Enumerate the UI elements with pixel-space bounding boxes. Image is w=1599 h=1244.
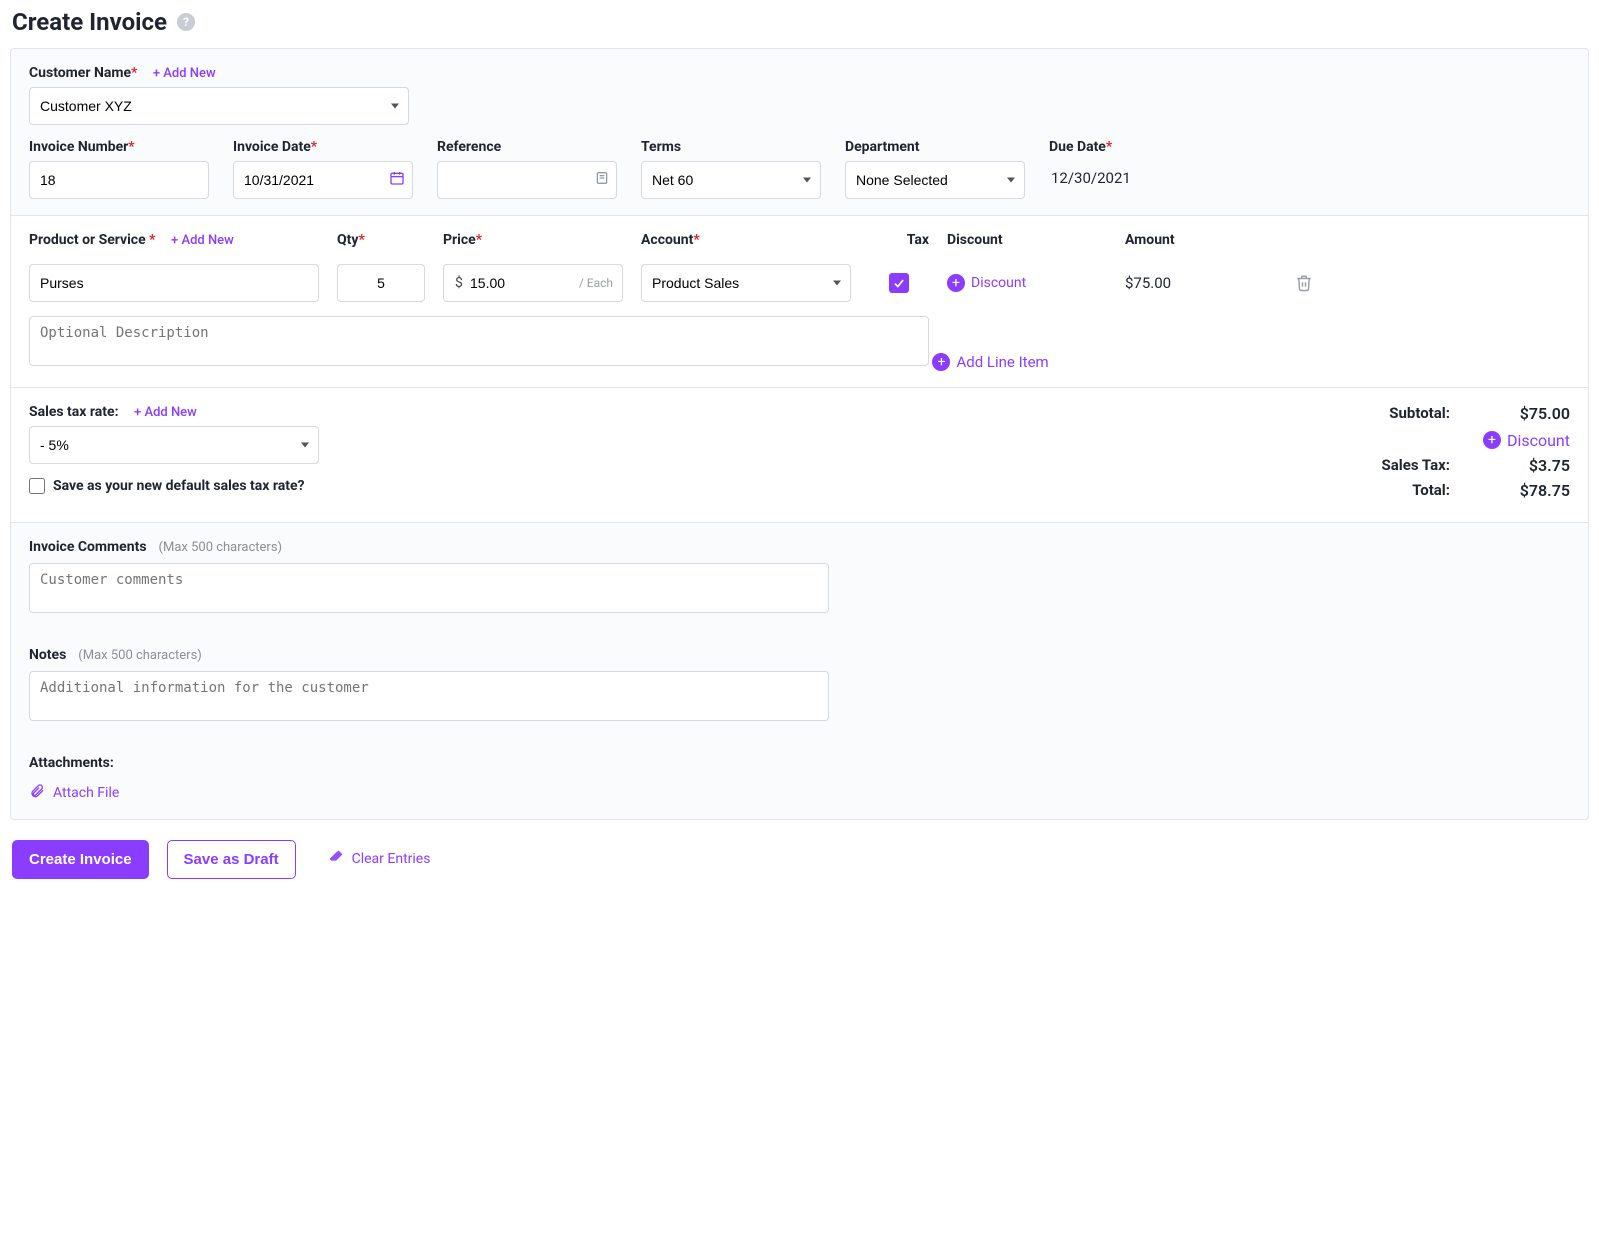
eraser-icon bbox=[328, 849, 344, 869]
customer-add-new-link[interactable]: + Add New bbox=[153, 66, 216, 81]
subtotal-value: $75.00 bbox=[1480, 404, 1570, 423]
salestax-value: $3.75 bbox=[1480, 456, 1570, 475]
customer-name-label: Customer Name* + Add New bbox=[29, 65, 1570, 81]
notes-input[interactable] bbox=[29, 671, 829, 721]
invoice-comments-heading: Invoice Comments bbox=[29, 539, 147, 555]
customer-select[interactable]: Customer XYZ bbox=[29, 87, 409, 125]
due-date-value: 12/30/2021 bbox=[1049, 161, 1189, 195]
invoice-comments-input[interactable] bbox=[29, 563, 829, 613]
invoice-date-input[interactable] bbox=[233, 161, 413, 199]
total-label: Total: bbox=[1350, 481, 1450, 500]
currency-symbol: $ bbox=[455, 275, 463, 291]
product-input[interactable] bbox=[29, 264, 319, 302]
clear-entries-button[interactable]: Clear Entries bbox=[328, 849, 431, 869]
line-item-row: $ / Each Product Sales + bbox=[29, 264, 1570, 302]
col-qty-label: Qty* bbox=[337, 232, 425, 248]
invoice-number-label: Invoice Number* bbox=[29, 139, 209, 155]
totals-discount-button[interactable]: + Discount bbox=[1483, 431, 1570, 450]
save-draft-button[interactable]: Save as Draft bbox=[167, 840, 296, 879]
save-default-tax-label: Save as your new default sales tax rate? bbox=[53, 478, 305, 494]
col-discount-label: Discount bbox=[947, 232, 1107, 248]
sales-tax-rate-select[interactable]: - 5% bbox=[29, 426, 319, 464]
account-select[interactable]: Product Sales bbox=[641, 264, 851, 302]
add-line-item-button[interactable]: + Add Line Item bbox=[932, 353, 1048, 371]
save-default-tax-checkbox[interactable] bbox=[29, 478, 45, 494]
invoice-date-label: Invoice Date* bbox=[233, 139, 413, 155]
help-icon[interactable]: ? bbox=[177, 13, 195, 31]
plus-circle-icon: + bbox=[932, 353, 950, 371]
col-amount-label: Amount bbox=[1125, 232, 1255, 248]
tax-checkbox[interactable] bbox=[889, 273, 909, 293]
col-product-label: Product or Service * + Add New bbox=[29, 232, 319, 248]
col-price-label: Price* bbox=[443, 232, 623, 248]
invoice-comments-hint: (Max 500 characters) bbox=[159, 540, 283, 555]
plus-circle-icon: + bbox=[947, 274, 965, 292]
department-label: Department bbox=[845, 139, 1025, 155]
salestax-label: Sales Tax: bbox=[1350, 456, 1450, 475]
paperclip-icon bbox=[29, 783, 45, 803]
attachments-heading: Attachments: bbox=[29, 755, 1570, 771]
line-description-input[interactable] bbox=[29, 316, 929, 366]
product-add-new-link[interactable]: + Add New bbox=[171, 233, 234, 248]
col-account-label: Account* bbox=[641, 232, 851, 248]
invoice-number-input[interactable] bbox=[29, 161, 209, 199]
price-unit-label: / Each bbox=[579, 276, 613, 290]
department-select[interactable]: None Selected bbox=[845, 161, 1025, 199]
reference-lookup-icon[interactable] bbox=[595, 171, 609, 189]
calendar-icon[interactable] bbox=[389, 170, 405, 190]
col-tax-label: Tax bbox=[869, 232, 929, 248]
tax-add-new-link[interactable]: + Add New bbox=[134, 405, 197, 420]
delete-line-button[interactable] bbox=[1273, 274, 1313, 292]
line-discount-button[interactable]: + Discount bbox=[947, 274, 1026, 292]
notes-heading: Notes bbox=[29, 647, 66, 663]
create-invoice-button[interactable]: Create Invoice bbox=[12, 840, 149, 879]
due-date-label: Due Date* bbox=[1049, 139, 1189, 155]
notes-hint: (Max 500 characters) bbox=[78, 648, 202, 663]
subtotal-label: Subtotal: bbox=[1350, 404, 1450, 423]
attach-file-button[interactable]: Attach File bbox=[29, 783, 119, 803]
sales-tax-rate-label: Sales tax rate: + Add New bbox=[29, 404, 349, 420]
terms-select[interactable]: Net 60 bbox=[641, 161, 821, 199]
reference-input[interactable] bbox=[437, 161, 617, 199]
total-value: $78.75 bbox=[1480, 481, 1570, 500]
page-title: Create Invoice bbox=[12, 8, 167, 36]
plus-circle-icon: + bbox=[1483, 431, 1501, 449]
reference-label: Reference bbox=[437, 139, 617, 155]
terms-label: Terms bbox=[641, 139, 821, 155]
qty-input[interactable] bbox=[337, 264, 425, 302]
line-amount-value: $75.00 bbox=[1125, 274, 1255, 292]
